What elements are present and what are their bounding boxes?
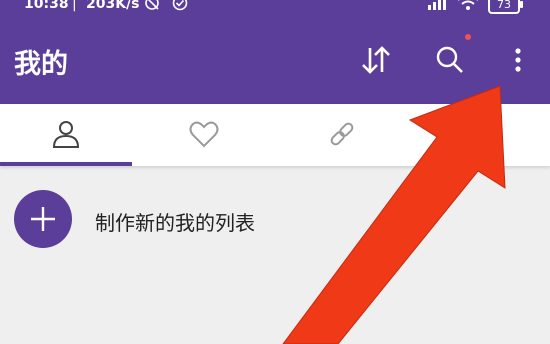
alarm-off-icon: [143, 0, 161, 16]
check-circle-icon: [171, 0, 189, 16]
search-icon: [436, 46, 463, 73]
create-list-label: 制作新的我的列表: [95, 211, 255, 235]
status-net-speed: 203K/s: [86, 0, 140, 12]
status-time: 10:38: [24, 0, 69, 12]
create-list-row[interactable]: 制作新的我的列表: [0, 182, 550, 258]
tab-more[interactable]: [414, 104, 546, 166]
tab-favorites[interactable]: [138, 104, 270, 166]
status-separator: |: [72, 0, 77, 12]
plus-icon: [31, 207, 55, 231]
sort-button[interactable]: [358, 42, 394, 82]
link-icon: [330, 122, 354, 146]
tab-links[interactable]: [276, 104, 408, 166]
sort-icon: [362, 46, 390, 74]
selected-tab-indicator: [0, 162, 132, 166]
notification-dot: [465, 34, 471, 40]
wifi-icon: [456, 0, 480, 16]
tab-profile[interactable]: [0, 104, 132, 166]
more-options-button[interactable]: [508, 45, 528, 79]
status-bar: 10:38 | 203K/s 73: [0, 0, 550, 18]
heart-icon: [189, 121, 219, 148]
battery-icon: 73: [488, 0, 523, 14]
app-header: 10:38 | 203K/s 73 我的: [0, 0, 550, 104]
more-vert-icon: [515, 48, 521, 72]
search-button[interactable]: [434, 44, 466, 80]
person-icon: [52, 121, 80, 148]
tab-bar: [0, 104, 550, 166]
signal-icon: [426, 0, 448, 16]
page-title: 我的: [14, 49, 68, 80]
create-list-button[interactable]: [14, 190, 72, 248]
